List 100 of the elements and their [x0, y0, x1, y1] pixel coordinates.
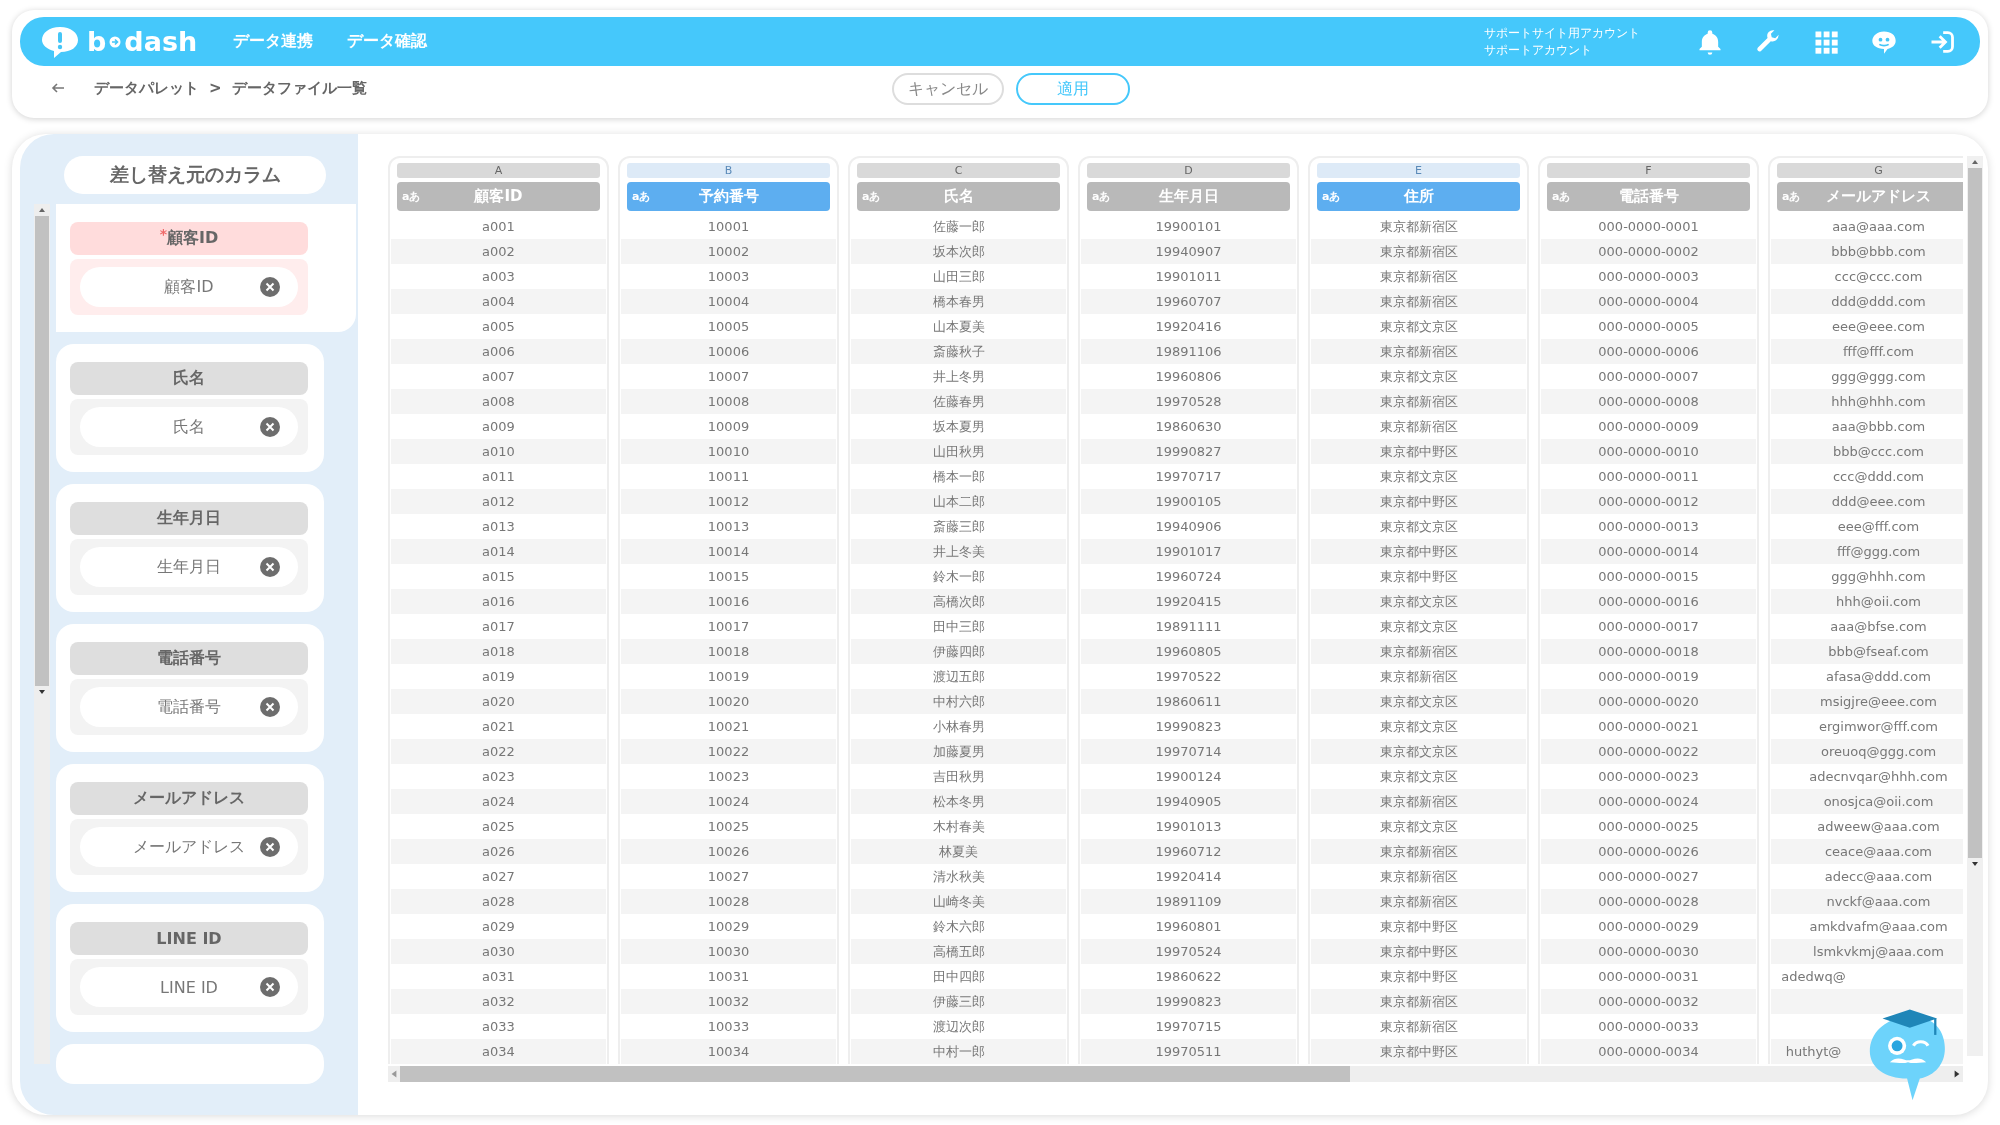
- table-cell-text: 10015: [706, 568, 751, 586]
- table-cell-text: adweew@aaa.com: [1816, 818, 1941, 836]
- table-cell: 10034: [621, 1039, 836, 1064]
- table-cell: ddd@ddd.com: [1771, 289, 1963, 314]
- remove-icon[interactable]: [260, 277, 280, 297]
- table-cell: 000-0000-0012: [1541, 489, 1756, 514]
- table-cell-text: 19860622: [1154, 968, 1223, 986]
- table-cell: 坂本次郎: [851, 239, 1066, 264]
- remove-icon[interactable]: [260, 417, 280, 437]
- table-cell: 000-0000-0020: [1541, 689, 1756, 714]
- table-cell-text: a017: [481, 618, 516, 636]
- remove-icon[interactable]: [260, 557, 280, 577]
- table-cell-text: 坂本夏男: [931, 417, 986, 436]
- column-header[interactable]: aあ 住所: [1317, 182, 1520, 211]
- table-cell: 10014: [621, 539, 836, 564]
- column-chip[interactable]: 生年月日: [80, 547, 298, 587]
- breadcrumb-separator: >: [209, 79, 222, 97]
- table-cell: a016: [391, 589, 606, 614]
- scrollbar[interactable]: [1967, 156, 1983, 1056]
- table-cell-text: 10023: [706, 768, 751, 786]
- table-cell-text: 東京都文京区: [1378, 617, 1459, 636]
- column-header: 氏名: [70, 362, 308, 395]
- column-header[interactable]: aあ 電話番号: [1547, 182, 1750, 211]
- table-cell-text: a005: [481, 318, 516, 336]
- breadcrumb-link[interactable]: データパレット: [94, 78, 199, 98]
- table-cell: a034: [391, 1039, 606, 1064]
- logo[interactable]: b dash: [40, 24, 198, 59]
- table-cell: ceace@aaa.com: [1771, 839, 1963, 864]
- table-cell-text: 000-0000-0019: [1597, 668, 1700, 686]
- type-label: aあ: [1322, 189, 1341, 204]
- table-cell-text: 鈴木一郎: [931, 567, 986, 586]
- column-header: LINE ID: [70, 922, 308, 955]
- table-cell: a014: [391, 539, 606, 564]
- remove-icon[interactable]: [260, 977, 280, 997]
- column-letter[interactable]: D: [1087, 163, 1290, 178]
- column-chip[interactable]: メールアドレス: [80, 827, 298, 867]
- table-cell: 000-0000-0002: [1541, 239, 1756, 264]
- table-cell-text: 渡辺五郎: [931, 667, 986, 686]
- account-name: サポートアカウント: [1484, 41, 1593, 59]
- table-cell: 林夏美: [851, 839, 1066, 864]
- column-header[interactable]: aあ メールアドレス: [1777, 182, 1963, 211]
- table-cell: 東京都新宿区: [1311, 639, 1526, 664]
- column-letter[interactable]: F: [1547, 163, 1750, 178]
- cancel-button[interactable]: キャンセル: [892, 73, 1004, 105]
- table-cell-text: 木村春美: [931, 817, 986, 836]
- table-cell: 10022: [621, 739, 836, 764]
- table-cell-text: a033: [481, 1018, 516, 1036]
- column-chip[interactable]: 顧客ID: [80, 267, 298, 307]
- nav-link[interactable]: データ連携: [233, 31, 314, 52]
- remove-icon[interactable]: [260, 837, 280, 857]
- column-header[interactable]: aあ 顧客ID: [397, 182, 600, 211]
- column-letter[interactable]: G: [1777, 163, 1963, 178]
- table-cell: a004: [391, 289, 606, 314]
- column-chip[interactable]: LINE ID: [80, 967, 298, 1007]
- table-cell: 東京都新宿区: [1311, 389, 1526, 414]
- table-cell-text: afasa@ddd.com: [1825, 668, 1932, 686]
- table-cell: 東京都中野区: [1311, 439, 1526, 464]
- table-cell-text: ggg@hhh.com: [1830, 568, 1927, 586]
- table-cell: fff@ggg.com: [1771, 539, 1963, 564]
- column-header[interactable]: aあ 生年月日: [1087, 182, 1290, 211]
- table-cell-text: 19860630: [1154, 418, 1223, 436]
- column-chip[interactable]: 電話番号: [80, 687, 298, 727]
- column-header[interactable]: aあ 予約番号: [627, 182, 830, 211]
- table-cell: 000-0000-0026: [1541, 839, 1756, 864]
- table-cell: a020: [391, 689, 606, 714]
- table-cell-text: 10021: [706, 718, 751, 736]
- table-cell: 橋本春男: [851, 289, 1066, 314]
- table-cell: a006: [391, 339, 606, 364]
- table-cell-text: 清水秋美: [931, 867, 986, 886]
- table-cell: a030: [391, 939, 606, 964]
- scrollbar[interactable]: [34, 204, 50, 1064]
- column-chip[interactable]: 氏名: [80, 407, 298, 447]
- table-cell-text: 19901013: [1154, 818, 1223, 836]
- table-cell: 山本二郎: [851, 489, 1066, 514]
- table-cell-text: a021: [481, 718, 516, 736]
- table-cell: 10016: [621, 589, 836, 614]
- column-header: *顧客ID: [70, 222, 308, 255]
- table-cell-text: a025: [481, 818, 516, 836]
- nav-link[interactable]: データ確認: [347, 31, 428, 52]
- apply-button[interactable]: 適用: [1016, 73, 1130, 105]
- table-cell-text: 000-0000-0015: [1597, 568, 1700, 586]
- account-name: サポートサイト用アカウント: [1484, 24, 1640, 42]
- table-cell: 東京都新宿区: [1311, 239, 1526, 264]
- table-cell: 東京都新宿区: [1311, 889, 1526, 914]
- horizontal-scrollbar[interactable]: [388, 1066, 1963, 1082]
- remove-icon[interactable]: [260, 697, 280, 717]
- column-letter[interactable]: C: [857, 163, 1060, 178]
- table-cell: 10010: [621, 439, 836, 464]
- table-cell-text: 19960801: [1154, 918, 1223, 936]
- column-letter[interactable]: A: [397, 163, 600, 178]
- table-cell: 東京都新宿区: [1311, 789, 1526, 814]
- column-header[interactable]: aあ 氏名: [857, 182, 1060, 211]
- table-cell-text: 10019: [706, 668, 751, 686]
- column-letter[interactable]: E: [1317, 163, 1520, 178]
- table-cell-text: a023: [481, 768, 516, 786]
- table-cell: 東京都新宿区: [1311, 839, 1526, 864]
- table-cell: 000-0000-0022: [1541, 739, 1756, 764]
- table-cell-text: 10031: [706, 968, 751, 986]
- column-letter[interactable]: B: [627, 163, 830, 178]
- table-cell: 東京都中野区: [1311, 489, 1526, 514]
